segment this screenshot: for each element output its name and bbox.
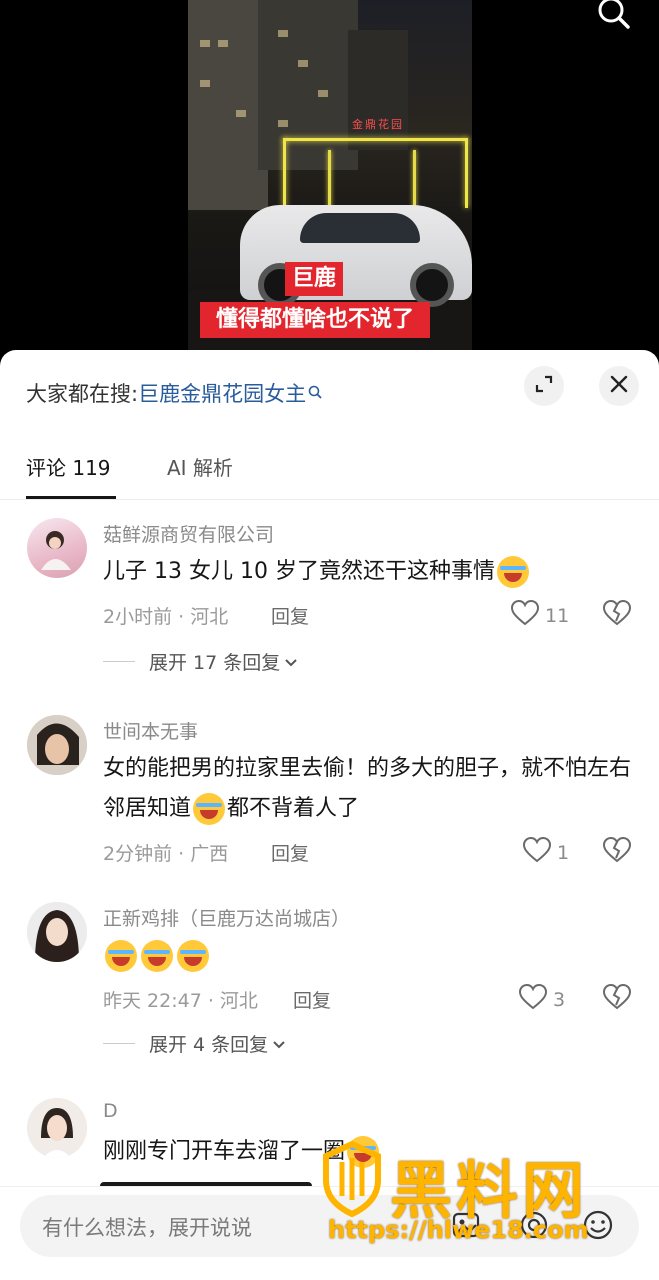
close-button[interactable] (599, 366, 639, 406)
heart-icon (518, 983, 548, 1015)
dislike-button[interactable] (602, 599, 632, 630)
comment-text (103, 936, 633, 976)
comment-username[interactable]: 菇鲜源商贸有限公司 (103, 520, 274, 547)
avatar[interactable] (27, 902, 87, 962)
like-button[interactable]: 1 (522, 836, 570, 868)
close-icon (609, 374, 629, 398)
crying-laughing-emoji (496, 556, 529, 588)
video-player[interactable]: 金鼎花园 巨鹿 懂得都懂啥也不说了 (0, 0, 659, 370)
search-small-icon (308, 380, 322, 404)
expand-sheet-button[interactable] (524, 366, 564, 406)
tab-comments[interactable]: 评论 119 (26, 452, 111, 481)
comment-meta: 昨天 22:47 · 河北 (103, 990, 258, 1012)
crying-laughing-emoji (193, 793, 226, 825)
expand-replies-button[interactable]: 展开 4 条回复 (103, 1030, 286, 1057)
chevron-down-icon (272, 1033, 286, 1055)
comment-username[interactable]: 正新鸡排（巨鹿万达尚城店） (103, 904, 350, 931)
expand-replies-button[interactable]: 展开 17 条回复 (103, 648, 298, 675)
video-caption-subtitle: 懂得都懂啥也不说了 (200, 302, 430, 338)
dislike-button[interactable] (602, 836, 632, 867)
search-icon[interactable] (595, 0, 631, 30)
broken-heart-icon (602, 599, 632, 630)
avatar[interactable] (27, 518, 87, 578)
comment-text: 女的能把男的拉家里去偷！的多大的胆子，就不怕左右邻居知道 都不背着人了 (103, 749, 633, 829)
comment-username[interactable]: 世间本无事 (103, 717, 198, 744)
active-tab-indicator (26, 496, 116, 499)
avatar[interactable] (27, 1098, 87, 1158)
hot-search-keyword[interactable]: 巨鹿金鼎花园女主 (138, 382, 306, 406)
watermark-logo-icon (320, 1140, 384, 1218)
crying-laughing-emoji (141, 940, 173, 972)
like-count: 1 (557, 841, 570, 864)
broken-heart-icon (602, 836, 632, 867)
chevron-down-icon (284, 651, 298, 673)
like-count: 3 (553, 988, 566, 1011)
broken-heart-icon (602, 983, 632, 1014)
comment-tabs: 评论 119 AI 解析 (0, 440, 659, 500)
gate-sign: 金鼎花园 (352, 118, 404, 131)
car (240, 205, 472, 307)
like-button[interactable]: 3 (518, 983, 566, 1015)
avatar[interactable] (27, 715, 87, 775)
watermark-url: https://hlwe18.com (328, 1216, 589, 1244)
dislike-button[interactable] (602, 983, 632, 1014)
watermark: 黑料网 https://hlwe18.com (320, 1140, 630, 1250)
input-placeholder: 有什么想法，展开说说 (42, 1216, 252, 1240)
comment-meta: 2分钟前 · 广西 (103, 843, 229, 865)
like-button[interactable]: 11 (510, 599, 570, 631)
tab-ai-analysis[interactable]: AI 解析 (167, 452, 233, 481)
crying-laughing-emoji (177, 940, 209, 972)
reply-button[interactable]: 回复 (271, 839, 309, 866)
reply-button[interactable]: 回复 (293, 986, 331, 1013)
reply-button[interactable]: 回复 (271, 602, 309, 629)
heart-icon (510, 599, 540, 631)
comment-username[interactable]: D (103, 1100, 118, 1122)
video-caption-title: 巨鹿 (285, 262, 343, 296)
hot-search-prefix: 大家都在搜: (26, 382, 139, 406)
like-count: 11 (545, 604, 570, 627)
comment-text: 儿子 13 女儿 10 岁了竟然还干这种事情 (103, 552, 633, 592)
comment-meta: 2小时前 · 河北 (103, 606, 229, 628)
hot-search-bar[interactable]: 大家都在搜:巨鹿金鼎花园女主 (26, 378, 322, 408)
crying-laughing-emoji (105, 940, 137, 972)
expand-icon (534, 374, 554, 398)
heart-icon (522, 836, 552, 868)
